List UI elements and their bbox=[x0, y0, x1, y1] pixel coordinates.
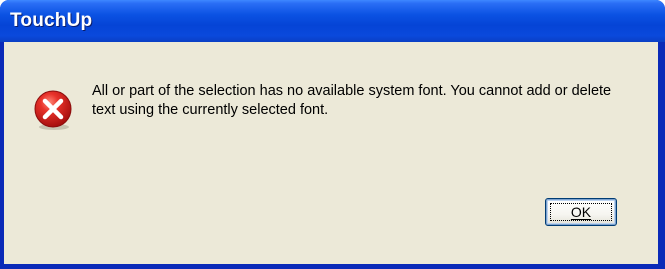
window-title: TouchUp bbox=[10, 10, 93, 31]
error-dialog: TouchUp All or part of the selection has… bbox=[0, 0, 665, 269]
error-message: All or part of the selection has no avai… bbox=[92, 83, 612, 118]
error-icon bbox=[34, 90, 72, 130]
window-frame-edge bbox=[658, 42, 665, 269]
title-bar[interactable]: TouchUp bbox=[0, 0, 665, 42]
dialog-body: All or part of the selection has no avai… bbox=[4, 42, 658, 264]
ok-button[interactable]: OK bbox=[545, 198, 617, 226]
ok-button-label: OK bbox=[570, 204, 592, 220]
